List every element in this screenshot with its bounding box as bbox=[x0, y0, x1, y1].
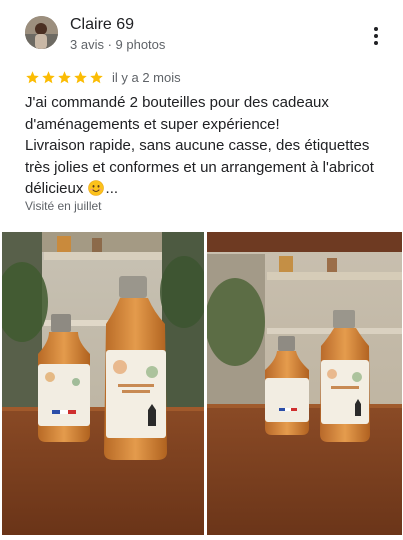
author-stats: 3 avis · 9 photos bbox=[70, 37, 166, 52]
review-photo[interactable] bbox=[207, 232, 402, 535]
review-text-line: d'aménagements et super expérience! bbox=[25, 115, 280, 133]
star-icon bbox=[42, 70, 55, 83]
review-text-last: délicieux bbox=[25, 180, 84, 197]
review-header: Claire 69 3 avis · 9 photos bbox=[0, 0, 403, 64]
review-text-line: très jolies et conformes et un arrangeme… bbox=[25, 158, 374, 176]
read-more-ellipsis[interactable]: ... bbox=[106, 180, 119, 197]
review-text: J'ai commandé 2 bouteilles pour des cade… bbox=[25, 92, 385, 200]
visit-date: Visité en juillet bbox=[25, 199, 102, 213]
star-icon bbox=[58, 70, 71, 83]
review-date: il y a 2 mois bbox=[112, 69, 181, 85]
review-text-line: J'ai commandé 2 bouteilles pour des cade… bbox=[25, 94, 329, 111]
smiling-face-emoji bbox=[87, 180, 104, 196]
review-photo[interactable] bbox=[2, 232, 204, 535]
star-icon bbox=[90, 70, 103, 83]
star-rating bbox=[25, 70, 104, 85]
review-text-line: Livraison rapide, sans aucune casse, des… bbox=[25, 137, 370, 154]
star-icon bbox=[74, 70, 87, 83]
author-name[interactable]: Claire 69 bbox=[70, 15, 134, 35]
star-icon bbox=[26, 70, 39, 83]
rating-row: il y a 2 mois bbox=[25, 68, 181, 86]
review-text-line-last: délicieux ... bbox=[25, 178, 385, 200]
avatar[interactable] bbox=[25, 16, 58, 49]
more-vert-icon[interactable] bbox=[366, 24, 386, 48]
